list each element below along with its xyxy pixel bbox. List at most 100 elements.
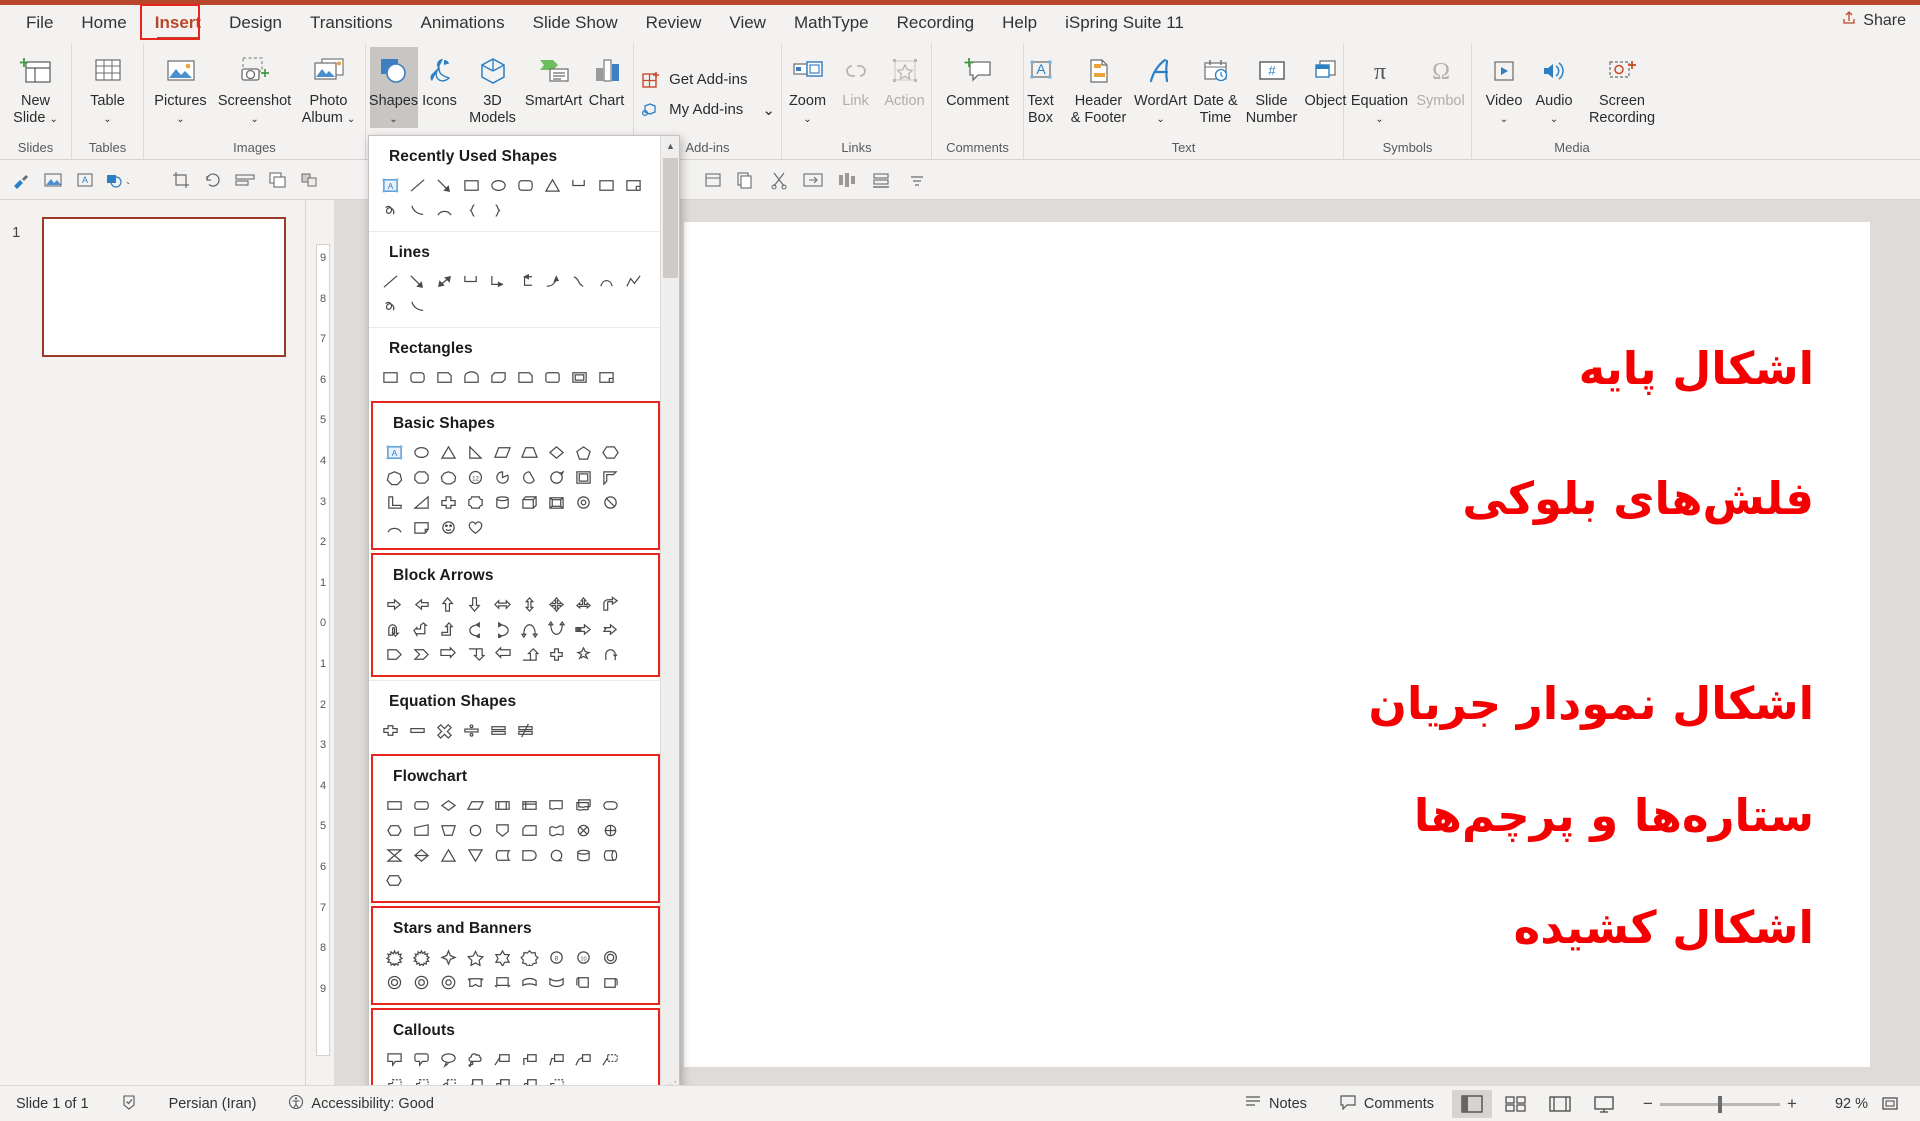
video-button[interactable]: Video ⌄ (1479, 47, 1529, 128)
shape-freeform[interactable] (620, 269, 647, 294)
cut-tool-icon[interactable] (700, 167, 726, 193)
shape-line-arrow[interactable] (404, 269, 431, 294)
3d-models-button[interactable]: 3D Models ⌄ (462, 47, 524, 145)
shape-oval[interactable] (485, 173, 512, 198)
shape-double-arrow[interactable] (431, 269, 458, 294)
shape-hexagon[interactable] (597, 440, 624, 465)
shape-cloud-callout[interactable] (462, 1047, 489, 1072)
shape-elbow[interactable] (566, 173, 593, 198)
shape-u-turn-arrow[interactable] (381, 617, 408, 642)
shape-delay[interactable] (516, 843, 543, 868)
shape-plaque[interactable] (462, 490, 489, 515)
shape-left-up-arrow[interactable] (408, 617, 435, 642)
shape-pentagon[interactable] (570, 440, 597, 465)
shape-decision[interactable] (435, 793, 462, 818)
view-reading-button[interactable] (1540, 1090, 1580, 1118)
shape-scribble[interactable] (377, 198, 404, 223)
shape-parallelogram[interactable] (489, 440, 516, 465)
shape-left-right-up-arrow[interactable] (570, 592, 597, 617)
shape-curve[interactable] (404, 294, 431, 319)
shape-explosion2[interactable] (408, 945, 435, 970)
align-icon[interactable] (232, 167, 258, 193)
tab-insert[interactable]: Insert (141, 8, 215, 40)
shape-left-arrow-callout[interactable] (489, 642, 516, 667)
shape-star8[interactable]: 8 (543, 945, 570, 970)
format-painter-icon[interactable] (8, 167, 34, 193)
shape-equal[interactable] (485, 718, 512, 743)
shape-horizontal-scroll[interactable] (597, 970, 624, 995)
wordart-button[interactable]: WordArt ⌄ (1133, 47, 1189, 128)
shape-internal-storage[interactable] (516, 793, 543, 818)
shape-trapezoid[interactable] (516, 440, 543, 465)
shape-line-callout2[interactable] (516, 1047, 543, 1072)
action-button[interactable]: Action (879, 47, 931, 110)
shape-striped-right-arrow[interactable] (570, 617, 597, 642)
shape-snip-rect[interactable] (431, 365, 458, 390)
shape-or[interactable] (597, 818, 624, 843)
group-objects-icon[interactable] (296, 167, 322, 193)
shape-star24[interactable] (408, 970, 435, 995)
shape-merge[interactable] (462, 843, 489, 868)
shape-line-callout1-border[interactable] (597, 1047, 624, 1072)
shape-decagon[interactable] (435, 465, 462, 490)
shape-pie[interactable] (489, 465, 516, 490)
shape-snip-diag-rect[interactable] (485, 365, 512, 390)
shape-down-arrow-block[interactable] (593, 173, 620, 198)
zoom-in-button[interactable]: + (1780, 1094, 1804, 1114)
screen-recording-button[interactable]: Screen Recording (1579, 47, 1665, 127)
shape-document[interactable] (543, 793, 570, 818)
shape-sort[interactable] (408, 843, 435, 868)
shape-l-shape[interactable] (381, 490, 408, 515)
shape-heptagon[interactable] (381, 465, 408, 490)
shape-rect[interactable] (458, 173, 485, 198)
shape-can[interactable] (489, 490, 516, 515)
shape-left-brace[interactable] (458, 198, 485, 223)
shape-arc[interactable] (431, 198, 458, 223)
shape-smiley[interactable] (435, 515, 462, 540)
spellcheck-status[interactable] (105, 1094, 153, 1114)
shape-data[interactable] (462, 793, 489, 818)
shape-elbow[interactable] (458, 269, 485, 294)
shape-sequential-access[interactable] (543, 843, 570, 868)
equation-button[interactable]: π Equation ⌄ (1347, 47, 1413, 128)
shape-cube[interactable] (516, 490, 543, 515)
shape-fold-rect[interactable] (593, 365, 620, 390)
shape-punched-tape[interactable] (543, 818, 570, 843)
object-button[interactable]: Object (1301, 47, 1351, 110)
shape-heart[interactable] (462, 515, 489, 540)
zoom-slider[interactable]: − + (1636, 1094, 1804, 1114)
rotate-icon[interactable] (200, 167, 226, 193)
shape-round2-rect[interactable] (539, 365, 566, 390)
slide-count-status[interactable]: Slide 1 of 1 (0, 1096, 105, 1112)
shape-circular-arrow[interactable] (597, 642, 624, 667)
shape-down-arrow[interactable] (462, 592, 489, 617)
shape-quad-arrow[interactable] (543, 592, 570, 617)
shape-star32[interactable] (435, 970, 462, 995)
comments-button[interactable]: Comments (1323, 1094, 1450, 1114)
more-options-icon[interactable] (904, 167, 930, 193)
shape-triangle[interactable] (539, 173, 566, 198)
shape-star12[interactable] (597, 945, 624, 970)
tab-transitions[interactable]: Transitions (296, 8, 407, 40)
view-slide-show-button[interactable] (1584, 1090, 1624, 1118)
shape-textbox[interactable]: A (381, 440, 408, 465)
shape-line-arrow[interactable] (431, 173, 458, 198)
tab-slide-show[interactable]: Slide Show (519, 8, 632, 40)
shape-offpage[interactable] (489, 818, 516, 843)
shape-summing-junction[interactable] (570, 818, 597, 843)
shape-line-callout1[interactable] (489, 1047, 516, 1072)
shape-explosion1[interactable] (381, 945, 408, 970)
shape-display[interactable] (381, 868, 408, 893)
shape-multidocument[interactable] (570, 793, 597, 818)
shape-right-triangle[interactable] (462, 440, 489, 465)
shape-up-arrow[interactable] (435, 592, 462, 617)
shape-direct-access[interactable] (597, 843, 624, 868)
icons-button[interactable]: Icons (418, 47, 462, 110)
shape-down-ribbon[interactable] (489, 970, 516, 995)
tab-ispring[interactable]: iSpring Suite 11 (1051, 8, 1198, 40)
photo-album-button[interactable]: Photo Album ⌄ (292, 47, 366, 128)
shape-bevel[interactable] (543, 490, 570, 515)
shape-star10[interactable]: 10 (570, 945, 597, 970)
textbox-tool-icon[interactable]: A (72, 167, 98, 193)
gallery-scrollbar[interactable]: ▲ ▼ (660, 136, 679, 1094)
